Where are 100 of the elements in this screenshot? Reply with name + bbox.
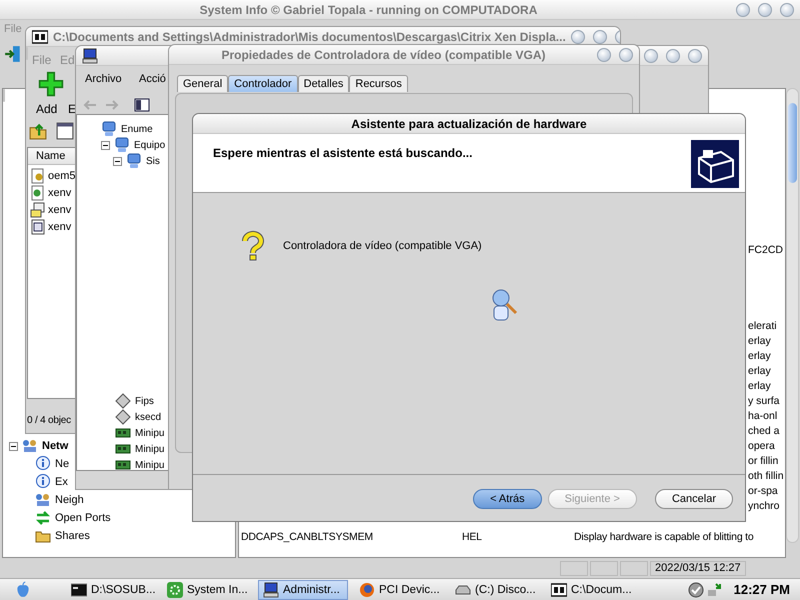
file-icon [30,184,46,200]
title-bar-button[interactable] [758,2,772,16]
folder-up-icon[interactable] [29,122,47,140]
file-name[interactable]: oem5 [48,170,76,182]
info-icon [35,474,51,490]
device-name: Controladora de vídeo (compatible VGA) [283,240,482,252]
wizard-button[interactable]: Cancelar [654,489,733,509]
taskbar-button[interactable]: System In... [162,580,252,600]
scrollbar[interactable] [786,88,799,543]
console-icon [71,582,87,598]
clock: 12:27 PM [734,582,790,597]
toolbar-button[interactable]: E [68,102,76,116]
wizard-heading: Espere mientras el asistente está buscando... [213,146,472,160]
computer-icon [126,153,142,169]
gear-icon [167,582,183,598]
taskbar-button[interactable]: Administr... [258,580,348,600]
window-icon[interactable] [56,122,74,140]
globe-icon [359,582,375,598]
list-cell-text: opera [748,439,776,454]
title-bar-button[interactable] [592,30,607,44]
list-cell-text: ynchro [748,499,781,514]
menu-item[interactable]: Archivo [85,73,122,85]
tree-item[interactable]: Equipo [134,140,166,150]
taskbar-button[interactable]: (C:) Disco... [450,580,540,600]
column-header[interactable]: Name [28,148,78,165]
file-gear-icon [30,168,46,184]
diamond-icon [115,409,131,425]
list-cell-text: DDCAPS_CANBLTSYSMEM [241,530,374,542]
title-bar-button[interactable] [570,30,585,44]
window-title: Asistente para actualización de hardware [350,116,588,130]
shield-icon[interactable] [688,582,704,598]
toolbar-button[interactable]: Add [36,102,58,116]
scrollbar[interactable] [26,47,28,60]
window-title: System Info © Gabriel Topala - running on COMPUTADORA [198,2,538,16]
window-title: Propiedades de Controladora de vídeo (compatible VGA) [220,48,547,62]
diamond-icon [115,393,131,409]
list-cell-text: y surfa [748,394,781,409]
install-icon [30,202,46,218]
tree-item[interactable]: Netw [42,440,68,452]
expand-toggle[interactable] [113,156,122,166]
tab[interactable]: General [177,75,228,92]
list-cell-text: elerati [748,319,778,334]
tree-item[interactable]: Shares [55,530,90,542]
file-name[interactable]: xenv [48,186,72,198]
title-bar-button[interactable] [666,48,680,62]
window-title: C:\Documents and Settings\Administrador\Mis documentos\Descargas\Citrix Xen Displa... [53,30,566,44]
panel-icon[interactable] [134,97,150,113]
tree-item[interactable]: Open Ports [55,512,111,524]
status-text: 0 / 4 objec [27,415,71,426]
title-bar-button[interactable] [597,48,611,62]
settings-file-icon [30,218,46,234]
archive-icon [551,582,567,598]
tab[interactable]: Detalles [298,75,350,92]
title-bar-button[interactable] [780,2,794,16]
tab[interactable]: Controlador [228,75,298,92]
tree-item[interactable]: Minipu [135,428,164,438]
title-bar-button[interactable] [736,2,750,16]
network-tray-icon[interactable] [706,582,723,598]
list-cell-text: ha-onl [748,409,778,424]
wizard-button[interactable]: < Atrás [473,489,542,509]
taskbar-button[interactable]: PCI Devic... [354,580,444,600]
taskbar-button[interactable]: C:\Docum... [546,580,636,600]
taskbar-button[interactable]: D:\SOSUB... [66,580,156,600]
tree-item[interactable]: Ex [55,476,68,488]
list-cell-text: HEL [462,530,483,542]
status-cell [620,560,648,576]
scrollbar[interactable] [3,89,5,102]
title-bar-button[interactable] [619,48,633,62]
computer-icon [114,137,130,153]
tab[interactable]: Recursos [349,75,408,92]
computer-icon [263,582,279,598]
tree-item[interactable]: Minipu [135,460,164,470]
info-icon [35,456,51,472]
list-cell-text: ched a [748,424,781,439]
list-cell-text: erlay [748,349,772,364]
tree-item[interactable]: ksecd [135,412,162,422]
list-cell: Display hardware is capable of blitting to [574,530,754,542]
expand-toggle[interactable] [9,442,18,450]
menu-item[interactable]: Acció [139,73,166,85]
list-cell: FC2CD [748,244,784,256]
expand-toggle[interactable] [101,140,110,150]
list-cell-text: or fillin [748,454,780,469]
tree-item[interactable]: Sis [146,156,160,166]
network-icon [22,438,38,454]
title-bar-button[interactable] [644,48,658,62]
tree-item[interactable]: Minipu [135,444,164,454]
plus-icon[interactable] [38,71,64,97]
list-cell-text: erlay [748,379,772,394]
status-cell [560,560,588,576]
tree-item[interactable]: Ne [55,458,70,470]
file-name[interactable]: xenv [48,220,72,232]
file-name[interactable]: xenv [48,204,72,216]
exit-door-icon[interactable] [4,45,22,63]
list-cell: oth fillin [748,469,785,484]
title-bar-button[interactable] [688,48,702,62]
tree-item[interactable]: Neigh [55,494,84,506]
tree-item[interactable]: Fips [135,396,154,406]
list-cell-text: or-spa [748,484,779,499]
arrows-icon [35,510,51,526]
tree-item[interactable]: Enume [121,124,153,134]
